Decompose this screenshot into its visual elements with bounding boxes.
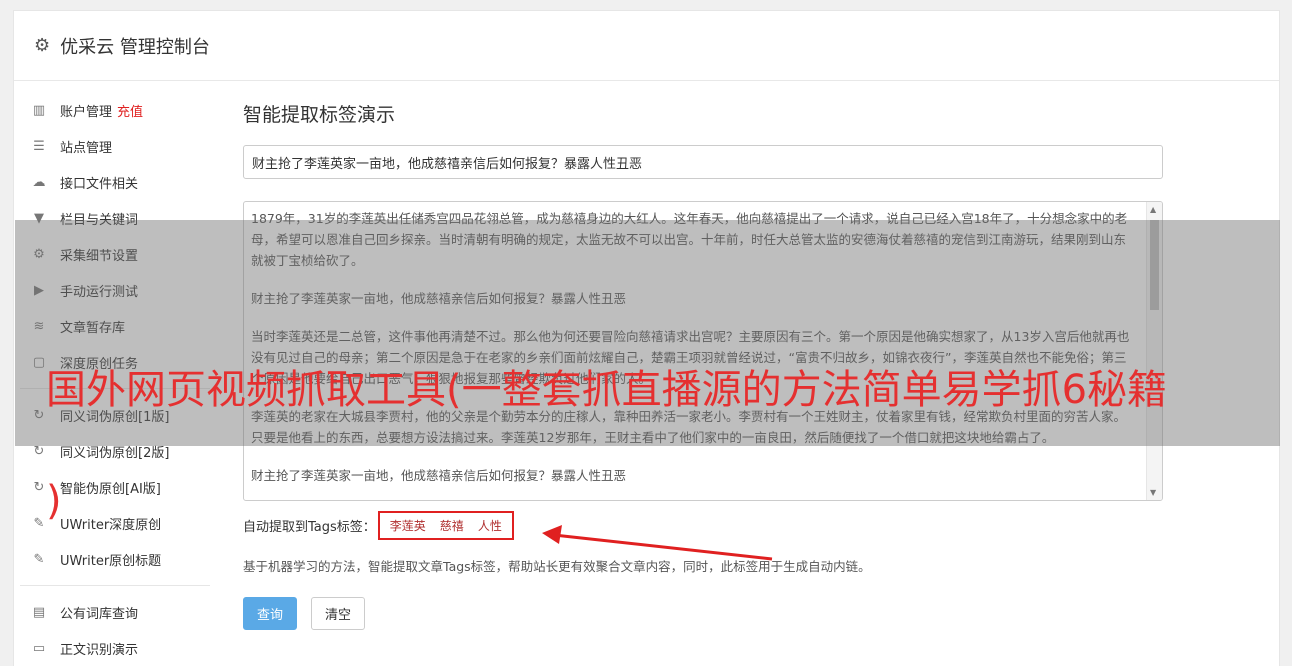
overlay-headline-continuation: ) — [46, 478, 62, 524]
tags-label: 自动提取到Tags标签： — [243, 520, 376, 535]
scroll-down-icon[interactable]: ▼ — [1150, 488, 1156, 497]
sidebar-item-label: 站点管理 — [60, 140, 113, 156]
sidebar-item-public-lexicon[interactable]: ▤ 公有词库查询 — [20, 594, 210, 630]
sidebar-item-label: 账户管理 — [60, 104, 113, 120]
page-title: 智能提取标签演示 — [243, 104, 396, 126]
sidebar-item-label: UWriter原创标题 — [60, 553, 162, 569]
sidebar-item-label: UWriter深度原创 — [60, 517, 162, 533]
clear-button[interactable]: 清空 — [311, 597, 365, 630]
gear-icon: ⚙ — [34, 35, 51, 56]
sidebar-item-text-recognition[interactable]: ▭ 正文识别演示 — [20, 630, 210, 666]
sidebar-item-uwriter-title[interactable]: ✎ UWriter原创标题 — [20, 541, 210, 577]
scroll-up-icon[interactable]: ▲ — [1150, 205, 1156, 214]
book-icon: ▤ — [32, 604, 46, 620]
content-paragraph: 财主抢了李莲英家一亩地，他成慈禧亲信后如何报复？暴露人性丑恶 — [251, 468, 627, 483]
sidebar-item-sites[interactable]: ☰ 站点管理 — [20, 128, 210, 164]
app-title: 优采云 管理控制台 — [60, 36, 210, 58]
sidebar-divider — [20, 585, 210, 586]
app-header: ⚙ 优采云 管理控制台 — [14, 11, 1279, 81]
sidebar-item-label: 智能伪原创[AI版] — [60, 481, 161, 497]
article-title-input[interactable] — [243, 145, 1163, 179]
tags-box: 李莲英 慈禧 人性 — [377, 511, 514, 540]
sidebar-item-label: 公有词库查询 — [60, 606, 139, 622]
edit-icon: ✎ — [33, 551, 45, 567]
sidebar-item-api-files[interactable]: ☁ 接口文件相关 — [20, 164, 210, 200]
server-icon: ☰ — [33, 138, 45, 154]
annotation-arrow-icon — [542, 525, 773, 561]
sidebar-item-label: 接口文件相关 — [60, 176, 139, 192]
tag-item: 李莲英 — [389, 519, 426, 533]
sidebar-item-label: 正文识别演示 — [60, 642, 139, 658]
action-buttons: 查询 清空 — [243, 597, 1163, 630]
window-icon: ▭ — [32, 640, 46, 656]
tag-item: 人性 — [477, 519, 502, 533]
cloud-upload-icon: ☁ — [32, 174, 46, 190]
query-button[interactable]: 查询 — [243, 597, 297, 630]
recharge-link[interactable]: 充值 — [117, 101, 143, 120]
overlay-headline: 国外网页视频抓取工具(一整套抓直播源的方法简单易学抓6秘籍 — [46, 367, 1168, 413]
bar-chart-icon: ▥ — [32, 102, 46, 118]
sidebar-item-account[interactable]: ▥ 账户管理 充值 — [20, 92, 210, 128]
tag-item: 慈禧 — [439, 519, 464, 533]
